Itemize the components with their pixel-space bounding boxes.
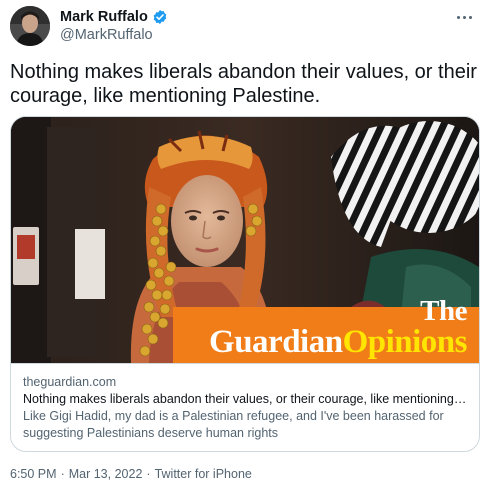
card-domain: theguardian.com [23,375,117,389]
avatar[interactable] [10,6,50,46]
display-name[interactable]: Mark Ruffalo [60,9,148,25]
tweet-meta: 6:50 PM · Mar 13, 2022 · Twitter for iPhone [10,467,252,481]
verified-badge-icon [152,9,168,25]
tweet[interactable]: Mark Ruffalo @MarkRuffalo Nothing makes … [0,0,488,492]
tweet-date[interactable]: Mar 13, 2022 [69,467,143,481]
tweet-time[interactable]: 6:50 PM [10,467,57,481]
author-handle[interactable]: @MarkRuffalo [60,27,168,43]
more-options-icon[interactable] [452,10,476,24]
display-name-row: Mark Ruffalo [60,7,168,26]
card-title: Nothing makes liberals abandon their val… [23,392,467,406]
card-image[interactable]: The GuardianOpinions [11,117,479,363]
more-dot [462,15,466,19]
link-card[interactable]: The GuardianOpinions theguardian.com Not… [10,116,480,452]
tweet-text: Nothing makes liberals abandon their val… [10,61,477,107]
logo-opinions: Opinions [342,324,468,360]
more-dot [456,15,460,19]
meta-separator: · [60,467,65,481]
logo-row: GuardianOpinions [209,326,467,359]
card-description: Like Gigi Hadid, my dad is a Palestinian… [23,409,444,440]
guardian-opinions-logo: The GuardianOpinions [209,297,467,359]
logo-guardian: Guardian [209,324,343,360]
card-body[interactable]: theguardian.com Nothing makes liberals a… [11,363,479,442]
more-dot [468,15,472,19]
tweet-source[interactable]: Twitter for iPhone [155,467,252,481]
tweet-header: Mark Ruffalo @MarkRuffalo [10,6,478,48]
author-names: Mark Ruffalo @MarkRuffalo [60,7,168,43]
logo-the: The [420,295,467,327]
meta-separator: · [146,467,151,481]
